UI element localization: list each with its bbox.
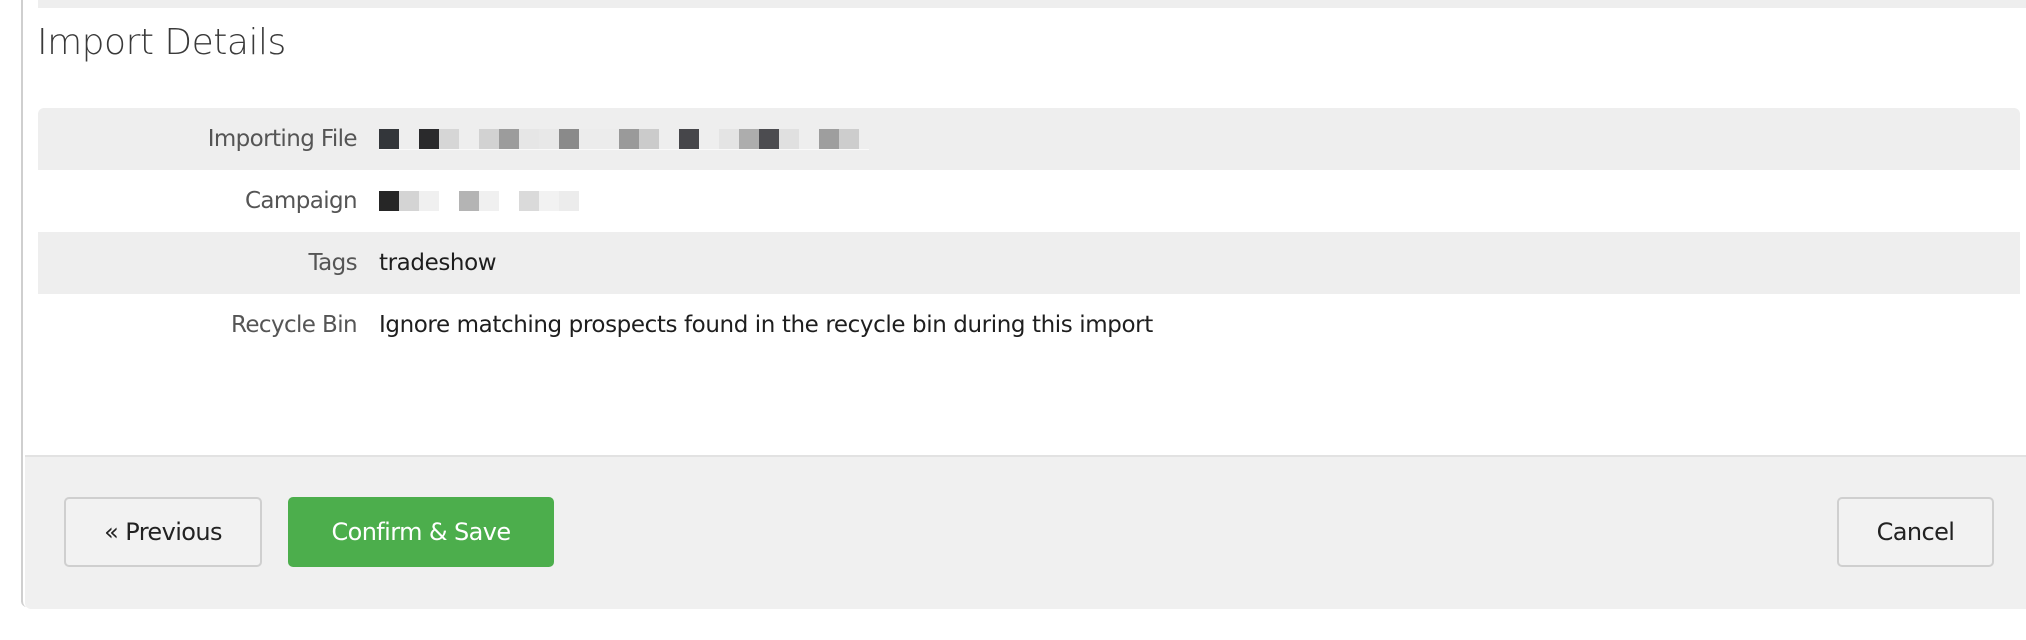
detail-row-tags: Tags tradeshow — [38, 232, 2020, 294]
previous-button[interactable]: « Previous — [64, 497, 262, 567]
section-title: Import Details — [37, 22, 286, 63]
redaction-block — [419, 129, 439, 149]
redaction-block — [559, 191, 579, 211]
cancel-button[interactable]: Cancel — [1837, 497, 1994, 567]
import-details-panel: Import Details Importing File Campaign T… — [21, 0, 2026, 609]
redaction-block — [719, 129, 739, 149]
importing-file-value-redacted — [379, 129, 869, 150]
detail-row-campaign: Campaign — [38, 170, 2020, 232]
import-details-table: Importing File Campaign Tags tradeshow R… — [38, 108, 2020, 356]
redaction-block — [639, 129, 659, 149]
redaction-block — [759, 129, 779, 149]
redaction-block — [539, 191, 559, 211]
redaction-block — [479, 191, 499, 211]
tags-value: tradeshow — [379, 250, 497, 276]
redaction-block — [819, 129, 839, 149]
redaction-block — [499, 129, 519, 149]
redaction-block — [499, 191, 519, 211]
redaction-block — [519, 191, 539, 211]
redaction-block — [599, 129, 619, 149]
redaction-block — [379, 191, 399, 211]
redaction-block — [439, 129, 459, 149]
detail-row-recycle-bin: Recycle Bin Ignore matching prospects fo… — [38, 294, 2020, 356]
redaction-block — [739, 129, 759, 149]
redaction-block — [399, 129, 419, 149]
confirm-and-save-button[interactable]: Confirm & Save — [288, 497, 554, 567]
redaction-block — [579, 129, 599, 149]
redaction-block — [839, 129, 859, 149]
redaction-block — [699, 129, 719, 149]
detail-label: Campaign — [244, 188, 358, 214]
campaign-value-redacted — [379, 191, 579, 211]
redaction-block — [419, 191, 439, 211]
redaction-block — [399, 191, 419, 211]
redaction-block — [379, 129, 399, 149]
form-footer: « Previous Confirm & Save Cancel — [25, 455, 2026, 609]
redaction-block — [479, 129, 499, 149]
detail-label: Importing File — [207, 126, 358, 152]
redaction-block — [459, 129, 479, 149]
redaction-block — [459, 191, 479, 211]
redaction-block — [779, 129, 799, 149]
redaction-block — [519, 129, 539, 149]
redaction-block — [559, 129, 579, 149]
top-divider-strip — [38, 0, 2026, 8]
detail-label: Tags — [308, 250, 357, 276]
redaction-block — [539, 129, 559, 149]
redaction-block — [619, 129, 639, 149]
redaction-block — [799, 129, 819, 149]
redaction-block — [439, 191, 459, 211]
redaction-block — [659, 129, 679, 149]
redaction-underline — [379, 149, 869, 150]
recycle-bin-value: Ignore matching prospects found in the r… — [379, 312, 1153, 338]
redaction-block — [679, 129, 699, 149]
detail-label: Recycle Bin — [231, 312, 358, 338]
detail-row-importing-file: Importing File — [38, 108, 2020, 170]
